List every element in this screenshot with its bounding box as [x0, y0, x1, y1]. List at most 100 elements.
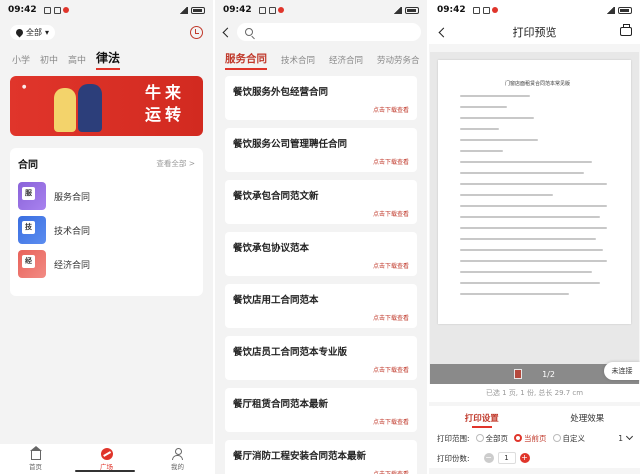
download-link[interactable]: 点击下载查看 [373, 209, 409, 218]
tab-economic[interactable]: 经济合同 [329, 54, 363, 70]
notification-icon [268, 6, 276, 14]
list-item[interactable]: 餐厅消防工程安装合同范本最新点击下载查看 [225, 440, 417, 474]
list-item[interactable]: 餐饮店用工合同范本 点击下载查看 [225, 284, 417, 328]
economic-contract-icon: 经 [18, 250, 46, 278]
app-notification-icon [491, 7, 498, 13]
contract-item-label: 经济合同 [54, 260, 91, 271]
view-all-link[interactable]: 查看全部 > [156, 158, 195, 169]
copies-value[interactable]: 1 [497, 452, 516, 464]
banner-illustration [50, 82, 108, 132]
home-screen: 09:42 全部 ▾ 小学 初中 高中 律法 ● 牛来 运转 合同 查看全部 >… [0, 0, 213, 474]
search-input[interactable] [237, 23, 421, 41]
download-link[interactable]: 点击下载查看 [373, 417, 409, 426]
app-notification-icon [277, 7, 284, 13]
contract-item-label: 技术合同 [54, 226, 91, 237]
history-clock-icon[interactable] [190, 25, 203, 39]
download-link[interactable]: 点击下载查看 [373, 157, 409, 166]
chevron-down-icon: ▾ [45, 27, 50, 37]
list-item[interactable]: 餐饮服务公司管理聘任合同 点击下载查看 [225, 128, 417, 172]
document-title: 门窗店面租赁合同范本常见版 [504, 81, 570, 87]
range-all-option[interactable]: 全部页 [475, 433, 508, 444]
location-pin-icon [14, 27, 25, 37]
status-time: 09:42 [8, 5, 37, 15]
notification-icon [43, 6, 51, 14]
tab-high[interactable]: 高中 [68, 53, 86, 70]
notification-icon [53, 6, 61, 14]
contract-list: 餐饮服务外包经营合同 点击下载查看 餐饮服务公司管理聘任合同 点击下载查看 餐饮承包… [215, 70, 427, 474]
status-bar: 09:42 [0, 0, 213, 20]
tab-primary[interactable]: 小学 [12, 53, 30, 70]
back-icon[interactable] [438, 27, 449, 38]
list-item[interactable]: 餐饮服务外包经营合同 点击下载查看 [225, 76, 417, 120]
status-bar: 09:42 [429, 0, 640, 20]
range-custom-option[interactable]: 自定义 [552, 433, 585, 444]
service-contract-icon: 服 [18, 182, 46, 210]
bottom-nav: 首页 广场 我的 [0, 444, 213, 474]
tech-contract-icon: 技 [18, 216, 46, 244]
page-number: 1/2 [542, 369, 555, 379]
contract-item-economic[interactable]: 经 经济合同 [18, 247, 195, 281]
grade-tabs: 小学 初中 高中 律法 [0, 44, 213, 70]
battery-icon [618, 6, 632, 14]
download-link[interactable]: 点击下载查看 [373, 105, 409, 114]
user-icon [172, 447, 183, 460]
location-selector[interactable]: 全部 ▾ [10, 24, 56, 40]
print-copies-row: 打印份数: − 1 + [429, 448, 640, 468]
signal-icon [179, 6, 188, 14]
tab-service[interactable]: 服务合同 [225, 51, 267, 70]
increment-button[interactable]: + [519, 453, 530, 463]
print-summary: 已选 1 页, 1 份, 总长 29.7 cm [429, 384, 640, 402]
custom-range-select[interactable]: 1 [618, 432, 634, 443]
download-link[interactable]: 点击下载查看 [373, 261, 409, 270]
contract-item-label: 服务合同 [54, 192, 91, 203]
tab-print-settings[interactable]: 打印设置 [429, 406, 535, 428]
app-notification-icon [62, 7, 69, 13]
tab-law[interactable]: 律法 [96, 49, 121, 70]
connection-status-button[interactable]: 未连接 [604, 362, 640, 380]
document-page: 门窗店面租赁合同范本常见版 [438, 60, 631, 324]
page-thumbnail[interactable] [514, 369, 523, 379]
list-item[interactable]: 餐厅租赁合同范本最新 点击下载查看 [225, 388, 417, 432]
download-link[interactable]: 点击下载查看 [373, 365, 409, 374]
range-current-option[interactable]: 当前页 [514, 433, 547, 444]
nav-mine[interactable]: 我的 [171, 447, 184, 471]
print-range-row: 打印范围: 全部页 当前页 自定义 1 [429, 428, 640, 448]
download-link[interactable]: 点击下载查看 [373, 313, 409, 322]
tab-middle[interactable]: 初中 [40, 53, 58, 70]
printer-icon[interactable] [620, 24, 632, 36]
notification-icon [482, 6, 490, 14]
search-icon [245, 28, 253, 36]
nav-home[interactable]: 首页 [29, 445, 42, 471]
contract-list-screen: 09:42 服务合同 技术合同 经济合同 劳动劳务合 餐饮服务外包经营合同 点击下… [215, 0, 427, 474]
copies-stepper: − 1 + [483, 452, 530, 464]
notification-icon [472, 6, 480, 14]
print-preview-screen: 09:42 打印预览 门窗店面租赁合同范本常见版 1/2 未连接 已选 1 页,… [429, 0, 640, 474]
contract-item-tech[interactable]: 技 技术合同 [18, 213, 195, 247]
header: 打印预览 [429, 20, 640, 44]
contract-item-service[interactable]: 服 服务合同 [18, 179, 195, 213]
decrement-button[interactable]: − [483, 453, 494, 463]
document-preview[interactable]: 门窗店面租赁合同范本常见版 1/2 [430, 52, 639, 384]
tab-labor[interactable]: 劳动劳务合 [377, 54, 420, 70]
banner-text: 牛来 运转 [144, 83, 185, 124]
radio-selected-icon [514, 434, 523, 442]
nav-plaza[interactable]: 广场 [100, 447, 113, 471]
status-bar: 09:42 [215, 0, 427, 20]
print-copies-label: 打印份数: [437, 453, 470, 463]
category-tabs: 服务合同 技术合同 经济合同 劳动劳务合 [215, 44, 427, 70]
list-item[interactable]: 餐饮店员工合同范本专业版 点击下载查看 [225, 336, 417, 380]
home-icon [29, 445, 42, 460]
banner-logo: ● [22, 84, 27, 90]
tab-tech[interactable]: 技术合同 [281, 54, 315, 70]
download-link[interactable]: 点击下载查看 [373, 469, 409, 474]
list-item[interactable]: 餐饮承包协议范本 点击下载查看 [225, 232, 417, 276]
radio-icon [552, 434, 561, 442]
tab-processing-effect[interactable]: 处理效果 [535, 406, 640, 428]
list-item[interactable]: 餐饮承包合同范文新 点击下载查看 [225, 180, 417, 224]
print-tabs: 打印设置 处理效果 [429, 406, 640, 428]
status-time: 09:42 [223, 5, 252, 15]
promo-banner[interactable]: ● 牛来 运转 [10, 76, 203, 136]
battery-icon [191, 6, 205, 14]
back-icon[interactable] [222, 27, 233, 37]
contract-card: 合同 查看全部 > 服 服务合同 技 技术合同 经 经济合同 [10, 148, 203, 296]
